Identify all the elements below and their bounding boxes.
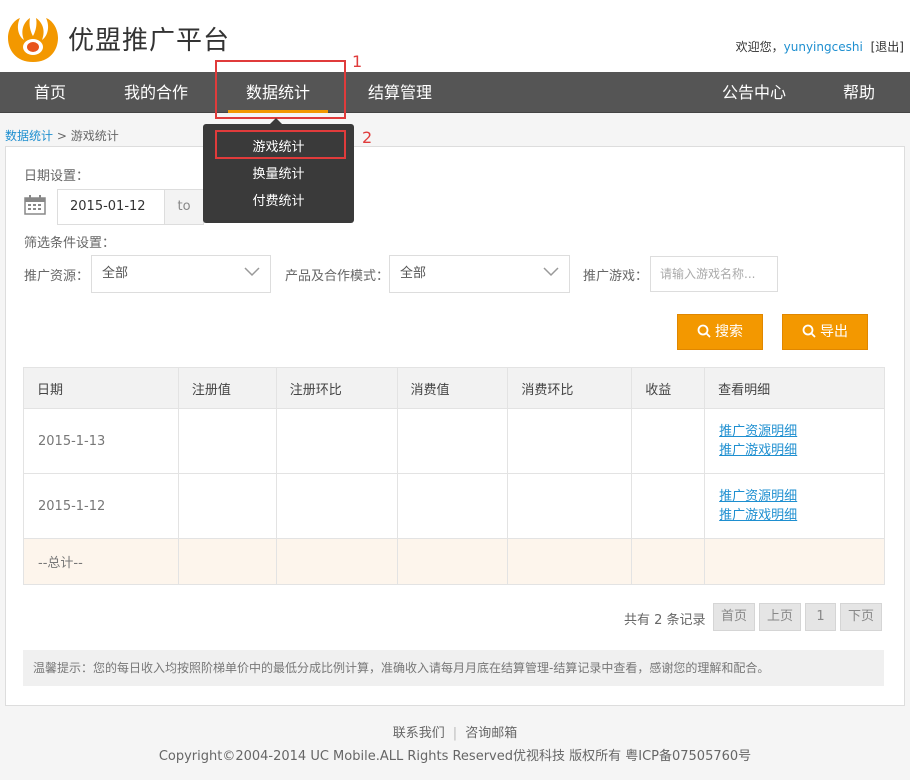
- column-header-registrations: 注册值: [177, 367, 277, 409]
- search-button-label: 搜索: [715, 324, 743, 340]
- calendar-icon[interactable]: [24, 195, 46, 215]
- welcome-bar: 欢迎您，yunyingceshi [退出]: [736, 38, 904, 55]
- warm-tip: 温馨提示：您的每日收入均按照阶梯单价中的最低分成比例计算，准确收入请每月月底在结…: [23, 650, 884, 686]
- footer-links: 联系我们 | 咨询邮箱: [0, 722, 910, 741]
- record-count: 共有 2 条记录: [624, 613, 706, 628]
- product-select-value: 全部: [400, 266, 427, 281]
- export-button-label: 导出: [820, 324, 848, 340]
- game-label: 推广游戏：: [583, 269, 649, 284]
- table-row: 2015-1-13 推广资源明细 推广游戏明细: [23, 408, 885, 474]
- cell-date: 2015-1-12: [23, 473, 179, 539]
- cell-revenue: [631, 473, 706, 539]
- cell-registrations: [177, 408, 277, 474]
- footer-separator: |: [452, 726, 458, 741]
- cell-registration-ratio: [275, 408, 398, 474]
- source-detail-link[interactable]: 推广资源明细: [719, 487, 884, 506]
- source-detail-link[interactable]: 推广资源明细: [719, 422, 884, 441]
- column-header-date: 日期: [23, 367, 179, 409]
- first-page-button[interactable]: 首页: [713, 603, 755, 631]
- column-header-revenue: 收益: [631, 367, 706, 409]
- column-header-consumption-ratio: 消费环比: [507, 367, 633, 409]
- breadcrumb-root[interactable]: 数据统计: [5, 129, 53, 143]
- date-to-label: to: [164, 189, 204, 225]
- search-icon: [802, 324, 816, 338]
- filter-condition-label: 筛选条件设置：: [24, 236, 116, 251]
- export-button[interactable]: 导出: [782, 314, 868, 350]
- nav-settlement[interactable]: 结算管理: [356, 72, 444, 113]
- nav-notice-center[interactable]: 公告中心: [708, 72, 800, 113]
- dropdown-item-payment-statistics[interactable]: 付费统计: [203, 188, 354, 215]
- uc-logo-icon[interactable]: [6, 14, 60, 64]
- breadcrumb: 数据统计 > 游戏统计: [5, 127, 119, 144]
- table-total-row: --总计--: [23, 538, 885, 585]
- column-header-registration-ratio: 注册环比: [275, 367, 398, 409]
- logo-text: 优盟推广平台: [68, 26, 231, 56]
- table-header-row: 日期 注册值 注册环比 消费值 消费环比 收益 查看明细: [23, 367, 885, 409]
- start-date-input[interactable]: 2015-01-12: [57, 189, 165, 225]
- column-header-details: 查看明细: [704, 367, 885, 409]
- cell-consumption-ratio: [507, 408, 633, 474]
- date-setting-label: 日期设置：: [24, 169, 90, 184]
- welcome-text: 欢迎您，: [735, 40, 784, 54]
- main-nav: 首页 我的合作 数据统计 结算管理 公告中心 帮助: [0, 72, 910, 113]
- product-select[interactable]: 全部: [389, 255, 570, 293]
- page-number-button[interactable]: 1: [805, 603, 836, 631]
- nav-my-cooperation[interactable]: 我的合作: [112, 72, 200, 113]
- header: 优盟推广平台 欢迎您，yunyingceshi [退出]: [0, 0, 910, 72]
- highlight-box-1: [215, 60, 346, 119]
- table-row: 2015-1-12 推广资源明细 推广游戏明细: [23, 473, 885, 539]
- chevron-down-icon: [244, 267, 260, 277]
- copyright: Copyright©2004-2014 UC Mobile.ALL Rights…: [158, 749, 752, 764]
- column-header-consumption: 消费值: [396, 367, 509, 409]
- cell-consumption: [396, 473, 509, 539]
- nav-home[interactable]: 首页: [14, 72, 86, 113]
- cell-details: 推广资源明细 推广游戏明细: [704, 473, 885, 539]
- dropdown-item-exchange-statistics[interactable]: 换量统计: [203, 161, 354, 188]
- logout-link[interactable]: [退出]: [871, 40, 904, 54]
- search-button[interactable]: 搜索: [677, 314, 763, 350]
- cell-consumption-ratio: [507, 473, 633, 539]
- username-link[interactable]: yunyingceshi: [784, 40, 863, 54]
- game-name-input[interactable]: [650, 256, 778, 292]
- nav-help[interactable]: 帮助: [828, 72, 890, 113]
- source-select-value: 全部: [102, 266, 129, 281]
- cell-revenue: [631, 408, 706, 474]
- chevron-down-icon: [543, 267, 559, 277]
- annotation-number-1: 1: [352, 52, 363, 71]
- game-detail-link[interactable]: 推广游戏明细: [719, 441, 884, 460]
- breadcrumb-separator: >: [53, 129, 71, 143]
- statistics-table: 日期 注册值 注册环比 消费值 消费环比 收益 查看明细 2015-1-13 推…: [23, 367, 885, 585]
- highlight-box-2: [215, 130, 346, 159]
- annotation-number-2: 2: [362, 128, 373, 147]
- cell-details: 推广资源明细 推广游戏明细: [704, 408, 885, 474]
- prev-page-button[interactable]: 上页: [759, 603, 801, 631]
- game-detail-link[interactable]: 推广游戏明细: [719, 506, 884, 525]
- source-label: 推广资源：: [24, 269, 90, 284]
- next-page-button[interactable]: 下页: [840, 603, 882, 631]
- product-label: 产品及合作模式：: [285, 269, 390, 284]
- contact-us-link[interactable]: 联系我们: [393, 726, 445, 741]
- contact-email-link[interactable]: 咨询邮箱: [465, 726, 517, 741]
- cell-registrations: [177, 473, 277, 539]
- cell-registration-ratio: [275, 473, 398, 539]
- breadcrumb-current: 游戏统计: [70, 129, 119, 143]
- search-icon: [697, 324, 711, 338]
- cell-total-label: --总计--: [23, 538, 179, 585]
- source-select[interactable]: 全部: [91, 255, 271, 293]
- cell-date: 2015-1-13: [23, 408, 179, 474]
- cell-consumption: [396, 408, 509, 474]
